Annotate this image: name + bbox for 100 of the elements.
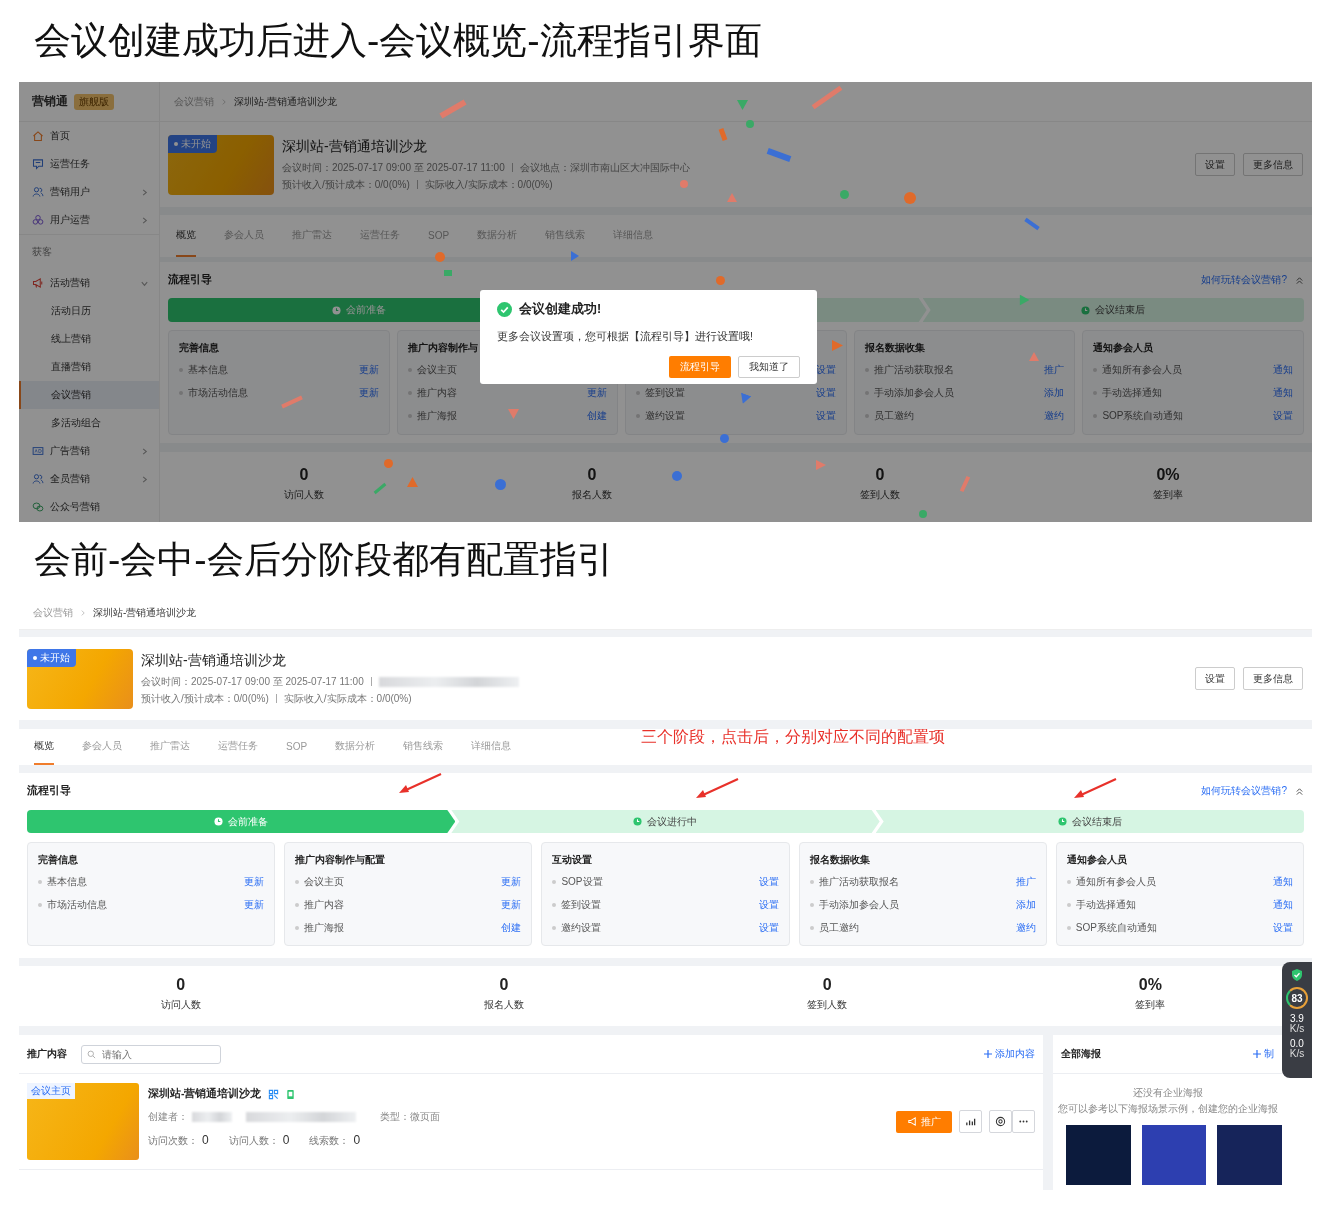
poster-thumbnail-placeholder[interactable] xyxy=(1141,1125,1207,1185)
chevron-icon[interactable] xyxy=(140,474,149,484)
stat-label: 报名人数 xyxy=(572,488,612,502)
action-link[interactable]: 设置 xyxy=(815,408,836,423)
dismiss-button[interactable]: 我知道了 xyxy=(738,356,800,378)
section-title: 全部海报 xyxy=(1061,1047,1101,1061)
action-link[interactable]: 设置 xyxy=(758,897,779,912)
confetti-piece xyxy=(508,409,519,419)
action-link[interactable]: 更新 xyxy=(244,874,265,889)
create-poster-link[interactable]: 制 xyxy=(1252,1047,1274,1061)
chat-icon xyxy=(32,501,44,513)
search-field[interactable]: 请输入 xyxy=(81,1044,221,1064)
config-item-label: 通知所有参会人员 xyxy=(1093,362,1183,377)
sidebar-item[interactable]: 活动日历 xyxy=(19,297,159,325)
stat-label: 签到率 xyxy=(1135,998,1166,1012)
breadcrumb-link[interactable]: 会议营销 xyxy=(33,606,73,620)
action-link[interactable]: 设置 xyxy=(815,362,836,377)
eye-icon xyxy=(995,1116,1006,1127)
empty-state-hint: 您可以参考以下海报场景示例，创建您的企业海报 xyxy=(1056,1102,1279,1116)
action-link[interactable]: 更新 xyxy=(358,385,379,400)
chevron-icon[interactable] xyxy=(140,187,149,197)
breadcrumb-link[interactable]: 深圳站-营销通培训沙龙 xyxy=(93,606,197,620)
collapse-icon[interactable] xyxy=(1295,786,1304,796)
meta-text: 会议时间：2025-07-17 09:00 至 2025-07-17 11:00 xyxy=(282,160,505,175)
header-button[interactable]: 设置 xyxy=(1195,153,1235,176)
action-link[interactable]: 推广 xyxy=(1015,874,1036,889)
add-content-link[interactable]: 添加内容 xyxy=(983,1047,1035,1061)
action-link[interactable]: 添加 xyxy=(1044,385,1065,400)
action-link[interactable]: 通知 xyxy=(1273,897,1293,912)
tab[interactable]: SOP xyxy=(286,729,308,765)
tab[interactable]: 推广雷达 xyxy=(150,729,190,765)
sidebar-item[interactable]: 广告营销 xyxy=(19,437,159,465)
action-link[interactable]: 更新 xyxy=(501,874,522,889)
tab[interactable]: 概览 xyxy=(34,729,54,765)
flow-guide-button[interactable]: 流程引导 xyxy=(669,356,731,378)
action-link[interactable]: 设置 xyxy=(1272,408,1293,423)
header-button[interactable]: 更多信息 xyxy=(1243,153,1303,176)
tab[interactable]: 运营任务 xyxy=(218,729,258,765)
sidebar-item[interactable]: 线上营销 xyxy=(19,325,159,353)
action-link[interactable]: 推广 xyxy=(1044,362,1065,377)
action-link[interactable]: 通知 xyxy=(1272,385,1293,400)
action-link[interactable]: 通知 xyxy=(1273,874,1293,889)
chevron-icon[interactable] xyxy=(140,215,149,225)
people-icon xyxy=(32,186,44,198)
promote-button[interactable]: 推广 xyxy=(896,1110,952,1133)
card-title: 报名数据收集 xyxy=(864,341,925,355)
stat-label: 访问人数 xyxy=(284,488,324,502)
system-monitor-widget[interactable]: 83 3.9 K/s 0.0 K/s xyxy=(1282,962,1312,1078)
action-link[interactable]: 更新 xyxy=(358,362,379,377)
stage-tab[interactable]: 会议结束后 xyxy=(875,810,1304,833)
card-title: 报名数据收集 xyxy=(809,853,870,867)
stage-tab[interactable]: 会议结束后 xyxy=(922,298,1304,322)
config-item-label: 基本信息 xyxy=(38,874,87,889)
chart-button[interactable] xyxy=(959,1110,982,1133)
tab[interactable]: 数据分析 xyxy=(335,729,376,765)
sidebar-item[interactable]: 营销用户 xyxy=(19,178,159,206)
tab[interactable]: 销售线索 xyxy=(403,729,444,765)
config-item-label: 手动选择通知 xyxy=(1093,385,1163,400)
tab[interactable]: 参会人员 xyxy=(82,729,122,765)
confetti-piece xyxy=(727,193,737,202)
action-link[interactable]: 创建 xyxy=(501,920,522,935)
sidebar-item[interactable]: 运营任务 xyxy=(19,150,159,178)
sidebar-item[interactable]: 全员营销 xyxy=(19,465,159,493)
action-link[interactable]: 邀约 xyxy=(1044,408,1065,423)
sidebar-item[interactable]: 活动营销 xyxy=(19,269,159,297)
grid-icon[interactable] xyxy=(267,1088,279,1100)
action-link[interactable]: 设置 xyxy=(1273,920,1293,935)
action-link[interactable]: 更新 xyxy=(501,897,522,912)
poster-thumbnail-placeholder[interactable] xyxy=(1066,1125,1131,1185)
stage-tab[interactable]: 会议进行中 xyxy=(451,810,880,833)
sidebar-item[interactable]: 用户运营 xyxy=(19,206,159,234)
tab[interactable]: 详细信息 xyxy=(471,729,512,765)
action-link[interactable]: 创建 xyxy=(587,408,608,423)
sidebar-item[interactable]: 会议营销 xyxy=(19,381,159,409)
poster-thumbnail-placeholder[interactable] xyxy=(1217,1125,1282,1185)
action-link[interactable]: 添加 xyxy=(1015,897,1036,912)
page-tag: 会议主页 xyxy=(27,1083,75,1099)
chevron-icon[interactable] xyxy=(140,446,149,456)
collapse-icon[interactable] xyxy=(1295,275,1304,285)
sidebar-item[interactable]: 首页 xyxy=(19,122,159,150)
preview-button[interactable] xyxy=(989,1110,1012,1133)
config-item-label: 推广活动获取报名 xyxy=(809,874,899,889)
header-button[interactable]: 更多信息 xyxy=(1243,667,1303,690)
help-link[interactable]: 如何玩转会议营销? xyxy=(1201,784,1287,798)
action-link[interactable]: 设置 xyxy=(758,874,779,889)
action-link[interactable]: 更新 xyxy=(244,897,265,912)
action-link[interactable]: 通知 xyxy=(1272,362,1293,377)
sidebar-item[interactable]: 公众号营销 xyxy=(19,493,159,521)
phone-icon[interactable] xyxy=(284,1088,296,1100)
action-link[interactable]: 邀约 xyxy=(1015,920,1036,935)
action-link[interactable]: 设置 xyxy=(758,920,779,935)
action-link[interactable]: 更新 xyxy=(587,385,608,400)
tab[interactable]: 概览 xyxy=(176,215,196,257)
section-title: 推广内容 xyxy=(27,1047,67,1061)
sidebar-item[interactable]: 直播营销 xyxy=(19,353,159,381)
help-link[interactable]: 如何玩转会议营销? xyxy=(1201,273,1287,287)
action-link[interactable]: 设置 xyxy=(815,385,836,400)
header-button[interactable]: 设置 xyxy=(1195,667,1235,690)
breadcrumb-link[interactable]: 深圳站-营销通培训沙龙 xyxy=(234,94,338,109)
sidebar-item[interactable]: 多活动组合 xyxy=(19,409,159,437)
